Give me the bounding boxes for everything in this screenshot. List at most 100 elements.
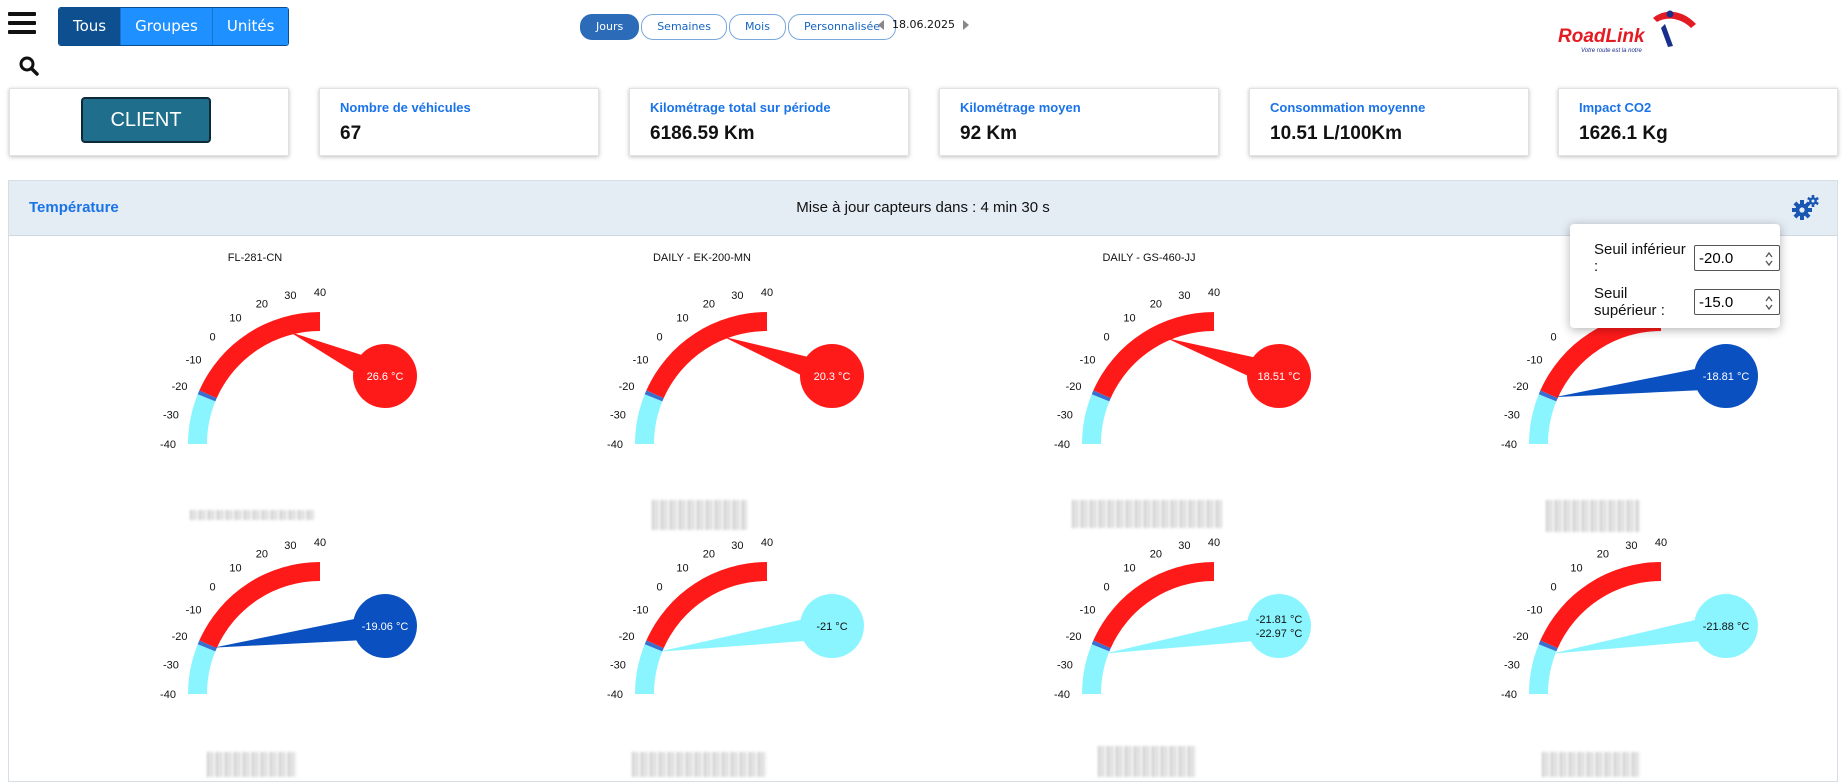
gauge-tick-label: 40 xyxy=(314,287,326,299)
gauge-hot-band xyxy=(646,312,767,399)
gauge-tick-label: 30 xyxy=(731,540,743,552)
stat-value: 1626.1 Kg xyxy=(1579,123,1668,144)
gauge-tick-label: 20 xyxy=(703,549,715,561)
stat-label: Kilométrage moyen xyxy=(960,100,1081,115)
blurred-label xyxy=(1542,752,1640,777)
menu-icon[interactable] xyxy=(8,12,36,38)
gauge-tick-label: 10 xyxy=(1123,563,1135,575)
gauge-value-label: -19.06 °C xyxy=(362,621,409,633)
period-tab-semaines[interactable]: Semaines xyxy=(641,14,727,40)
stepper-icon[interactable] xyxy=(1764,251,1774,267)
gauge-cold-band xyxy=(188,394,216,444)
gauge-hot-band xyxy=(199,312,320,399)
stat-label: Impact CO2 xyxy=(1579,100,1652,115)
gauge-cold-band xyxy=(1082,644,1110,694)
gauge-tick-label: -40 xyxy=(1501,439,1517,451)
client-card: CLIENT xyxy=(9,88,289,156)
gauge-tick-label: -10 xyxy=(1527,355,1543,367)
period-tab-mois[interactable]: Mois xyxy=(728,14,786,40)
gauge-tick-label: -10 xyxy=(186,605,202,617)
client-button[interactable]: CLIENT xyxy=(81,97,211,143)
gauge-tick-label: 0 xyxy=(1550,332,1556,344)
gauge-svg: -40 -30 -20 -10 0 10 20 30 40 -19.06 °C xyxy=(160,537,417,701)
gauge-tick-label: 30 xyxy=(1178,540,1190,552)
gauge-tick-label: 0 xyxy=(1103,582,1109,594)
gauge-tick-label: -40 xyxy=(1054,439,1070,451)
gauge-tick-label: -40 xyxy=(1501,689,1517,701)
gauge-tick-label: 40 xyxy=(761,537,773,549)
stat-value: 67 xyxy=(340,123,362,144)
gauge-tick-label: -20 xyxy=(1513,381,1529,393)
gauge-svg: -40 -30 -20 -10 0 10 20 30 40 -21.88 °C xyxy=(1501,537,1758,701)
gauge-tick-label: 20 xyxy=(1150,549,1162,561)
prev-date-icon[interactable] xyxy=(878,19,884,30)
stat-card-avg-mileage: Kilométrage moyen 92 Km xyxy=(939,88,1219,156)
gauge-svg: -40 -30 -20 -10 0 10 20 30 40 -21.81 °C -22.97 °C xyxy=(1054,537,1311,701)
filter-tabs: Tous Groupes Unités xyxy=(58,7,290,46)
gauge-tick-label: 20 xyxy=(1150,299,1162,311)
gauge-tick-label: 20 xyxy=(1597,549,1609,561)
upper-threshold-row: Seuil supérieur : xyxy=(1594,285,1780,319)
stat-label: Nombre de véhicules xyxy=(340,100,471,115)
gauge-tick-label: 10 xyxy=(1570,563,1582,575)
gauge-tick-label: 10 xyxy=(229,563,241,575)
gauge-tick-label: 40 xyxy=(761,287,773,299)
gauge-cold-band xyxy=(635,644,663,694)
sensor-update-countdown: Mise à jour capteurs dans : 4 min 30 s xyxy=(796,199,1050,216)
gauge-tick-label: 20 xyxy=(703,299,715,311)
gauge-tick-label: -20 xyxy=(1066,381,1082,393)
stepper-icon[interactable] xyxy=(1764,295,1774,311)
filter-tab-unites[interactable]: Unités xyxy=(211,8,289,45)
gauge-svg: -40 -30 -20 -10 0 10 20 30 40 20.3 °C xyxy=(607,287,864,451)
temperature-gauge: -40 -30 -20 -10 0 10 20 30 40 -21.81 °C -22.97 °C xyxy=(969,502,1329,702)
gauge-tick-label: 20 xyxy=(256,299,268,311)
gauge-tick-label: 10 xyxy=(676,563,688,575)
logo-tagline: Votre route est la notre xyxy=(1581,48,1642,54)
gauge-tick-label: 10 xyxy=(676,313,688,325)
current-date: 18.06.2025 xyxy=(892,18,955,31)
gauge-tick-label: 40 xyxy=(314,537,326,549)
filter-tab-tous[interactable]: Tous xyxy=(59,8,121,45)
gauge-tick-label: 30 xyxy=(284,540,296,552)
panel-header: Température Mise à jour capteurs dans : … xyxy=(9,181,1837,236)
gauge-tick-label: -20 xyxy=(172,631,188,643)
blurred-label xyxy=(207,752,297,777)
filter-tab-groupes[interactable]: Groupes xyxy=(120,8,212,45)
gauge-tick-label: -10 xyxy=(1080,355,1096,367)
stat-card-consumption: Consommation moyenne 10.51 L/100Km xyxy=(1249,88,1529,156)
gauge-cold-band xyxy=(1082,394,1110,444)
gauge-tick-label: -40 xyxy=(1054,689,1070,701)
gauge-tick-label: 0 xyxy=(656,582,662,594)
gauge-tick-label: -30 xyxy=(610,659,626,671)
gauge-tick-label: 40 xyxy=(1655,537,1667,549)
gauge-tick-label: -30 xyxy=(163,659,179,671)
lower-threshold-row: Seuil inférieur : xyxy=(1594,241,1780,275)
gauge-value-bubble xyxy=(1247,594,1311,658)
blurred-label xyxy=(632,752,767,777)
gauge-tick-label: 30 xyxy=(284,290,296,302)
gauge-tick-label: 30 xyxy=(1625,540,1637,552)
next-date-icon[interactable] xyxy=(962,19,969,30)
temperature-gauge: -40 -30 -20 -10 0 10 20 30 40 18.51 °C DAILY - GS-… xyxy=(969,252,1329,452)
gauge-tick-label: -20 xyxy=(1066,631,1082,643)
gauge-value-label: -21.81 °C xyxy=(1256,614,1303,626)
search-icon[interactable] xyxy=(18,55,40,77)
period-tab-jours[interactable]: Jours xyxy=(580,14,640,40)
gauge-tick-label: -30 xyxy=(610,409,626,421)
gauge-cold-band xyxy=(1529,644,1557,694)
gauge-tick-label: 0 xyxy=(209,332,215,344)
gauge-svg: -40 -30 -20 -10 0 10 20 30 40 18.51 °C xyxy=(1054,287,1311,451)
settings-gears-icon[interactable] xyxy=(1791,195,1819,221)
gauge-tick-label: -10 xyxy=(633,355,649,367)
gauge-tick-label: -20 xyxy=(172,381,188,393)
blurred-label xyxy=(1098,746,1196,777)
gauge-svg: -40 -30 -20 -10 0 10 20 30 40 26.6 °C xyxy=(160,287,417,451)
upper-threshold-label: Seuil supérieur : xyxy=(1594,285,1665,319)
blurred-label xyxy=(1072,500,1222,528)
gauge-cold-band xyxy=(1529,394,1557,444)
gauge-value-label: -21.88 °C xyxy=(1703,621,1750,633)
gauge-value-label: -18.81 °C xyxy=(1703,371,1750,383)
gauge-tick-label: -10 xyxy=(186,355,202,367)
gauge-tick-label: -30 xyxy=(1504,659,1520,671)
stat-label: Kilométrage total sur période xyxy=(650,100,831,115)
